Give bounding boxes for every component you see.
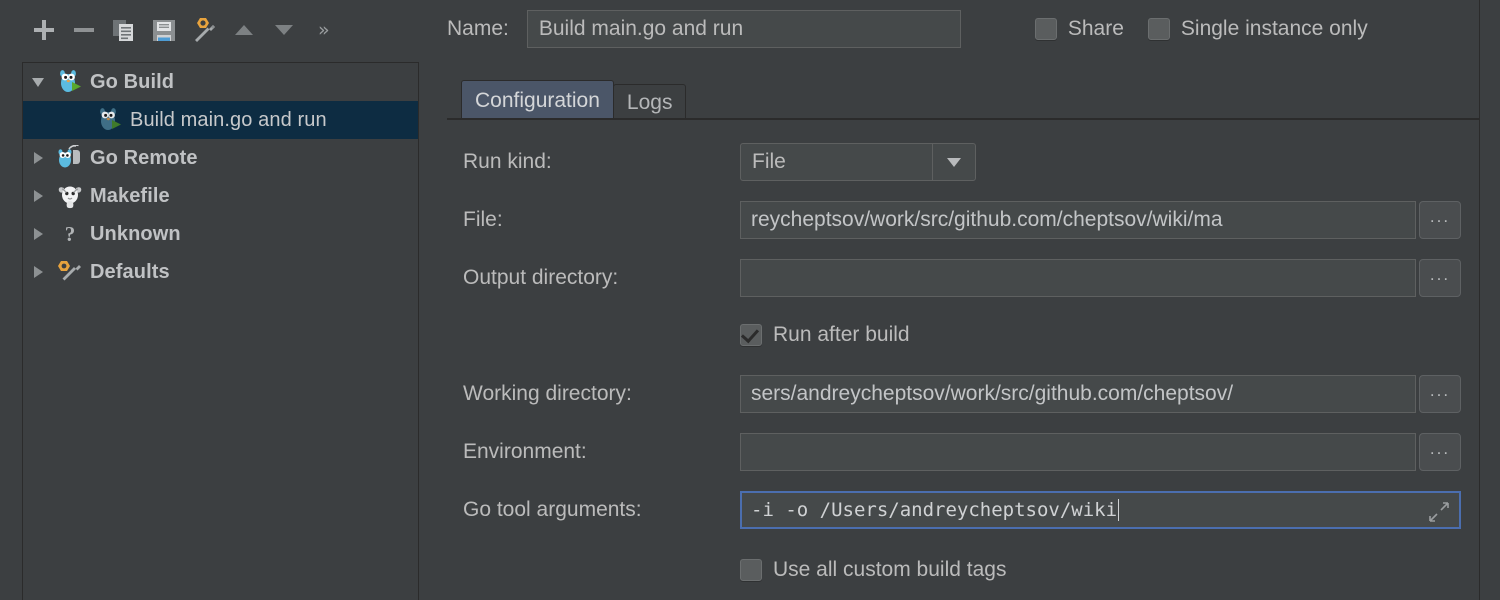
configuration-tabs: Configuration Logs bbox=[461, 80, 687, 120]
chevron-right-icon bbox=[33, 266, 43, 278]
file-browse-button[interactable]: ... bbox=[1419, 201, 1461, 239]
expand-toggle[interactable] bbox=[23, 253, 53, 291]
use-all-custom-build-tags-checkbox-group[interactable]: Use all custom build tags bbox=[740, 558, 1006, 582]
save-button[interactable] bbox=[144, 10, 184, 50]
tree-node-unknown[interactable]: ? Unknown bbox=[23, 215, 418, 253]
panel-splitter[interactable] bbox=[433, 0, 434, 600]
minus-icon bbox=[71, 17, 97, 43]
tree-node-build-main-go-and-run[interactable]: Build main.go and run bbox=[23, 101, 418, 139]
tree-node-label: Defaults bbox=[90, 260, 170, 283]
run-after-build-label: Run after build bbox=[773, 323, 910, 346]
go-tool-arguments-row: Go tool arguments: -i -o /Users/andreych… bbox=[447, 490, 1479, 530]
run-kind-value: File bbox=[752, 150, 786, 173]
gnu-head-icon bbox=[53, 181, 87, 211]
remove-button[interactable] bbox=[64, 10, 104, 50]
output-directory-input[interactable] bbox=[740, 259, 1416, 297]
chevron-down-icon bbox=[32, 77, 44, 87]
expand-toggle[interactable] bbox=[23, 177, 53, 215]
run-kind-row: Run kind: File bbox=[447, 142, 1479, 182]
go-tool-arguments-input[interactable]: -i -o /Users/andreycheptsov/wiki bbox=[740, 491, 1461, 529]
tree-node-label: Build main.go and run bbox=[130, 108, 327, 131]
tree-node-go-build[interactable]: Go Build bbox=[23, 63, 418, 101]
working-directory-browse-button[interactable]: ... bbox=[1419, 375, 1461, 413]
environment-input[interactable] bbox=[740, 433, 1416, 471]
right-edge-divider bbox=[1479, 0, 1480, 600]
run-configurations-dialog: » Go Build Build main.go and run Go Remo… bbox=[0, 0, 1500, 600]
add-button[interactable] bbox=[24, 10, 64, 50]
configuration-form: Run kind: File File: reycheptsov/work/sr… bbox=[447, 128, 1479, 600]
save-icon bbox=[150, 16, 178, 44]
plus-icon bbox=[31, 17, 57, 43]
single-instance-label: Single instance only bbox=[1180, 17, 1368, 40]
expand-icon[interactable] bbox=[1429, 502, 1449, 522]
run-kind-label: Run kind: bbox=[463, 150, 552, 173]
expand-toggle[interactable] bbox=[23, 63, 53, 101]
working-directory-row: Working directory: sers/andreycheptsov/w… bbox=[447, 374, 1479, 414]
output-directory-browse-button[interactable]: ... bbox=[1419, 259, 1461, 297]
tab-logs[interactable]: Logs bbox=[612, 84, 687, 120]
chevron-right-icon bbox=[33, 152, 43, 164]
tree-node-go-remote[interactable]: Go Remote bbox=[23, 139, 418, 177]
tree-node-label: Go Build bbox=[90, 70, 175, 93]
use-all-custom-build-tags-checkbox[interactable] bbox=[740, 559, 762, 581]
go-tool-arguments-value: -i -o /Users/andreycheptsov/wiki bbox=[751, 499, 1118, 521]
output-directory-label: Output directory: bbox=[463, 266, 619, 289]
working-directory-label: Working directory: bbox=[463, 382, 632, 405]
run-after-build-checkbox[interactable] bbox=[740, 324, 762, 346]
configuration-header: Name: Build main.go and run Share Single… bbox=[447, 0, 1500, 58]
toolbar-overflow-button[interactable]: » bbox=[318, 20, 330, 40]
edit-defaults-button[interactable] bbox=[184, 10, 224, 50]
tree-node-label: Go Remote bbox=[90, 146, 198, 169]
tab-underline bbox=[447, 118, 1479, 120]
tree-node-label: Makefile bbox=[90, 184, 170, 207]
tab-configuration[interactable]: Configuration bbox=[461, 80, 614, 120]
tree-node-defaults[interactable]: Defaults bbox=[23, 253, 418, 291]
chevron-right-icon bbox=[33, 190, 43, 202]
run-after-build-checkbox-group[interactable]: Run after build bbox=[740, 323, 910, 347]
configurations-toolbar: » bbox=[0, 0, 420, 60]
chevron-right-icon bbox=[33, 228, 43, 240]
tree-node-makefile[interactable]: Makefile bbox=[23, 177, 418, 215]
go-remote-icon bbox=[53, 143, 87, 173]
question-mark-icon: ? bbox=[64, 221, 76, 246]
copy-icon bbox=[110, 16, 138, 44]
share-checkbox-group[interactable]: Share bbox=[1034, 17, 1124, 41]
environment-browse-button[interactable]: ... bbox=[1419, 433, 1461, 471]
single-instance-checkbox-group[interactable]: Single instance only bbox=[1147, 17, 1368, 41]
output-directory-row: Output directory: ... bbox=[447, 258, 1479, 298]
arrow-down-icon bbox=[272, 18, 296, 42]
name-label: Name: bbox=[447, 17, 509, 40]
wrench-icon bbox=[53, 257, 87, 287]
configurations-tree[interactable]: Go Build Build main.go and run Go Remote… bbox=[22, 62, 419, 600]
copy-button[interactable] bbox=[104, 10, 144, 50]
go-tool-arguments-label: Go tool arguments: bbox=[463, 498, 642, 521]
text-caret bbox=[1118, 499, 1120, 521]
move-down-button[interactable] bbox=[264, 10, 304, 50]
file-label: File: bbox=[463, 208, 503, 231]
wrench-icon bbox=[190, 16, 218, 44]
expand-toggle[interactable] bbox=[23, 215, 53, 253]
go-gopher-run-icon bbox=[93, 105, 127, 135]
file-row: File: reycheptsov/work/src/github.com/ch… bbox=[447, 200, 1479, 240]
tree-node-label: Unknown bbox=[90, 222, 181, 245]
expand-toggle[interactable] bbox=[23, 139, 53, 177]
arrow-up-icon bbox=[232, 18, 256, 42]
name-input[interactable]: Build main.go and run bbox=[526, 10, 961, 48]
chevron-down-icon[interactable] bbox=[932, 144, 975, 180]
file-input[interactable]: reycheptsov/work/src/github.com/cheptsov… bbox=[740, 201, 1416, 239]
environment-row: Environment: ... bbox=[447, 432, 1479, 472]
single-instance-checkbox[interactable] bbox=[1147, 18, 1170, 40]
share-label: Share bbox=[1067, 17, 1124, 40]
share-checkbox[interactable] bbox=[1034, 18, 1057, 40]
go-gopher-run-icon bbox=[53, 67, 87, 97]
environment-label: Environment: bbox=[463, 440, 587, 463]
move-up-button[interactable] bbox=[224, 10, 264, 50]
use-all-custom-build-tags-label: Use all custom build tags bbox=[773, 558, 1007, 581]
working-directory-input[interactable]: sers/andreycheptsov/work/src/github.com/… bbox=[740, 375, 1416, 413]
run-kind-select[interactable]: File bbox=[740, 143, 976, 181]
